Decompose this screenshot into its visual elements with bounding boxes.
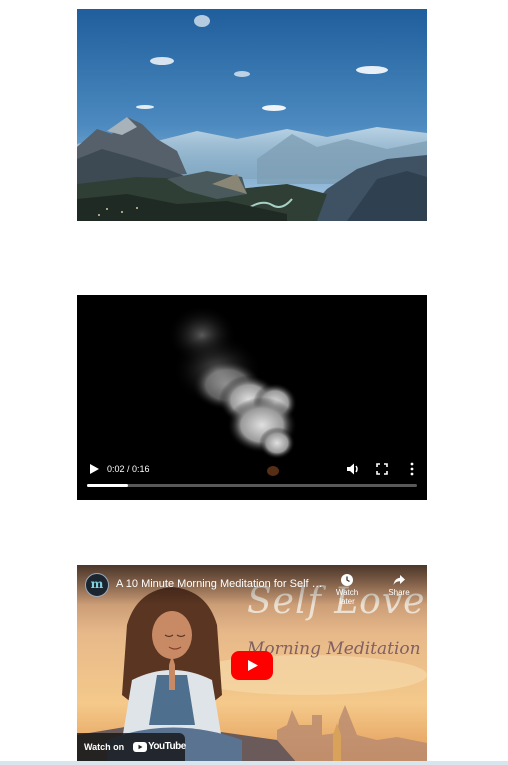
landscape-image — [77, 9, 427, 221]
watch-later-label: Watch later — [335, 588, 359, 606]
video-time-separator: / — [124, 464, 133, 474]
thumbnail-subtitle: Morning Meditation — [247, 639, 421, 659]
channel-avatar[interactable]: m — [85, 573, 109, 597]
video-time-display: 0:02 / 0:16 — [107, 462, 150, 476]
play-icon[interactable] — [87, 462, 101, 476]
video-controls: 0:02 / 0:16 — [77, 448, 427, 500]
watch-on-youtube-button[interactable]: Watch on YouTube — [77, 733, 186, 763]
video-current-time: 0:02 — [107, 464, 125, 474]
youtube-play-icon[interactable] — [231, 651, 273, 680]
youtube-video-title[interactable]: A 10 Minute Morning Meditation for Self … — [116, 578, 326, 590]
youtube-brand-label: YouTube — [148, 741, 186, 752]
share-icon — [393, 575, 405, 585]
fullscreen-icon[interactable] — [375, 462, 389, 476]
youtube-logo-icon — [133, 742, 147, 752]
video-progress-track[interactable] — [87, 484, 417, 487]
share-label: Share — [388, 588, 410, 597]
mountain-landscape-picture — [77, 9, 427, 221]
youtube-embed[interactable]: Self Love Morning Meditation m A 10 Minu… — [77, 565, 427, 763]
watch-later-button[interactable]: Watch later — [327, 573, 367, 606]
video-player[interactable]: 0:02 / 0:16 — [77, 295, 427, 500]
more-vert-icon[interactable] — [407, 461, 417, 477]
clock-icon — [341, 574, 353, 586]
video-progress-fill — [87, 484, 129, 487]
watch-on-label: Watch on — [84, 742, 125, 752]
video-duration: 0:16 — [132, 464, 150, 474]
channel-avatar-letter: m — [90, 577, 104, 591]
page-bottom-divider — [0, 761, 508, 765]
share-button[interactable]: Share — [379, 573, 419, 597]
volume-icon[interactable] — [345, 461, 361, 477]
